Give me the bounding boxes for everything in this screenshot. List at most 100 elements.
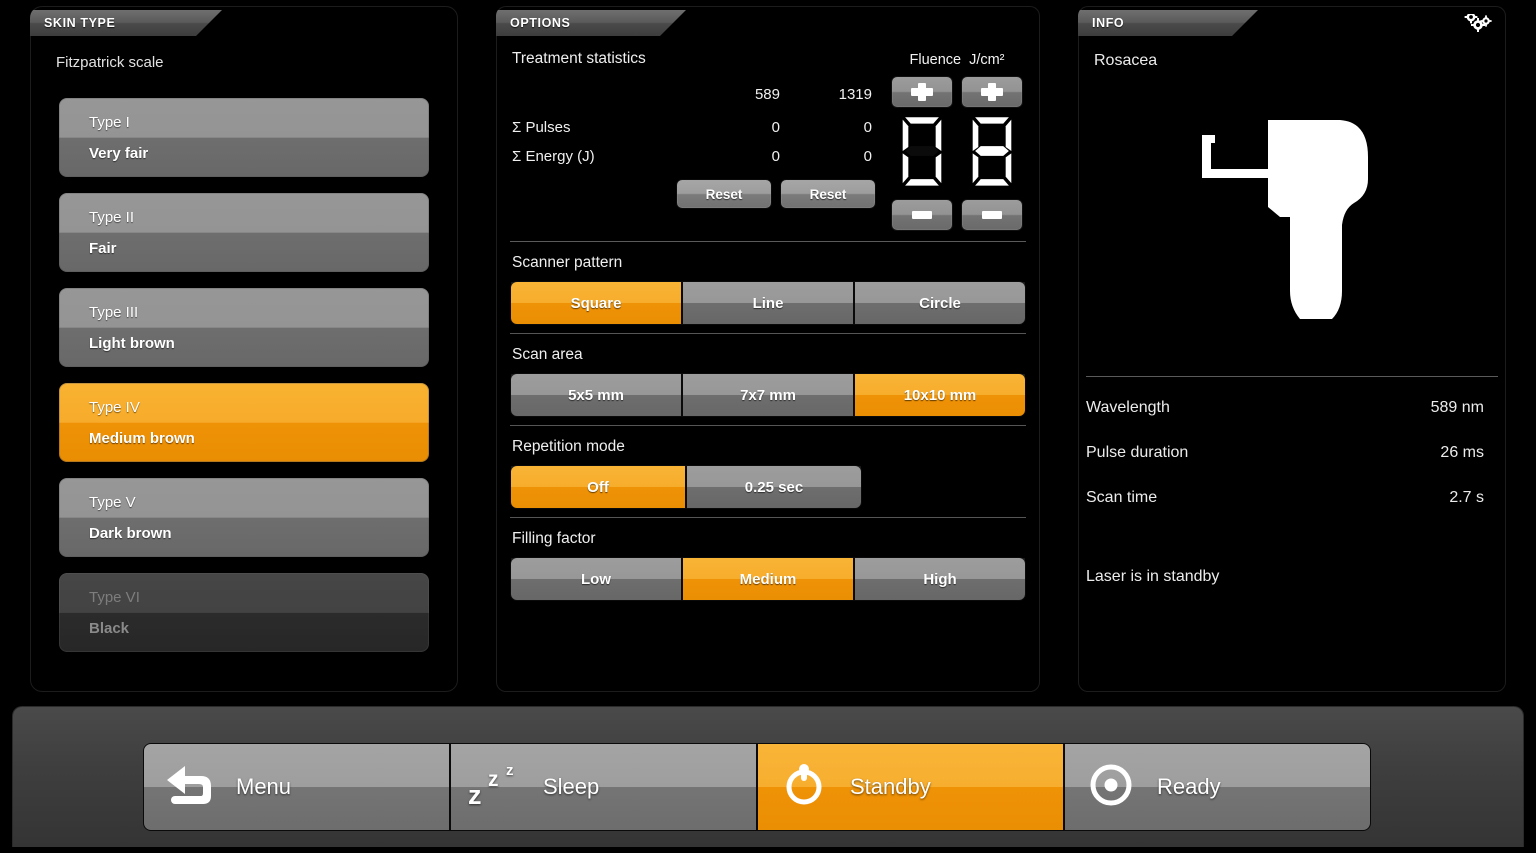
- filling-factor-label: Filling factor: [504, 518, 1032, 557]
- handpiece-illustration: [1078, 70, 1506, 370]
- statistics-table-wrap: Treatment statistics 589 1319 Σ Pulses 0: [504, 50, 882, 231]
- power-icon: [780, 761, 828, 814]
- fluence-label: Fluence: [909, 52, 961, 68]
- button-label: Square: [571, 295, 622, 312]
- info-header: INFO: [1078, 6, 1506, 36]
- nav-button-icon: [758, 761, 850, 814]
- skin-type-description: Medium brown: [59, 431, 429, 446]
- repetition-mode-option-0-25-sec[interactable]: 0.25 sec: [686, 465, 862, 509]
- skin-type-header: SKIN TYPE: [30, 6, 458, 36]
- statistics-value-1-0: 0: [698, 148, 790, 177]
- skin-type-description: Very fair: [59, 146, 429, 161]
- skin-type-panel: SKIN TYPE Fitzpatrick scale Type I Very f…: [30, 6, 458, 692]
- target-icon: [1087, 761, 1135, 814]
- nav-button-label: Ready: [1157, 774, 1221, 800]
- scan-area-label: Scan area: [504, 334, 1032, 373]
- gears-icon[interactable]: [1464, 14, 1492, 43]
- reset-button-1319[interactable]: Reset: [780, 179, 876, 209]
- button-label: 5x5 mm: [568, 387, 624, 404]
- statistics-header-row: 589 1319: [512, 86, 882, 119]
- scanner-pattern-option-circle[interactable]: Circle: [854, 281, 1026, 325]
- table-row: Σ Energy (J) 0 0: [512, 148, 882, 177]
- statistics-row-label-0: Σ Pulses: [512, 119, 698, 148]
- filling-factor-group: Low Medium High: [504, 557, 1032, 601]
- fluence-column-0: [891, 76, 953, 231]
- skin-type-name: Type III: [59, 305, 429, 320]
- info-row-value: 589 nm: [1431, 399, 1484, 417]
- info-header-label: INFO: [1092, 16, 1124, 30]
- skin-type-description: Dark brown: [59, 526, 429, 541]
- fluence-title: Fluence J/cm²: [882, 52, 1032, 68]
- reset-button-589[interactable]: Reset: [676, 179, 772, 209]
- skin-type-item-type-vi: Type VI Black: [58, 572, 430, 653]
- treatment-statistics-title: Treatment statistics: [512, 50, 882, 68]
- reset-buttons-row: Reset Reset: [512, 179, 882, 209]
- fluence-grid: [882, 76, 1032, 231]
- skin-type-item-type-iv[interactable]: Type IV Medium brown: [58, 382, 430, 463]
- statistics-value-0-0: 0: [698, 119, 790, 148]
- fluence-display-1: [961, 114, 1023, 193]
- fluence-decrease-button-0[interactable]: [891, 199, 953, 231]
- repetition-mode-group: Off 0.25 sec: [504, 465, 1032, 509]
- table-row: Σ Pulses 0 0: [512, 119, 882, 148]
- button-label: Medium: [740, 571, 797, 588]
- fluence-increase-button-0[interactable]: [891, 76, 953, 108]
- info-row-value: 26 ms: [1440, 444, 1484, 462]
- nav-button-label: Menu: [236, 774, 291, 800]
- zzz-icon: zzz: [468, 764, 526, 810]
- fluence-unit: J/cm²: [969, 52, 1004, 68]
- filling-factor-option-low[interactable]: Low: [510, 557, 682, 601]
- statistics-value-1-1: 0: [790, 148, 882, 177]
- filling-factor-option-high[interactable]: High: [854, 557, 1026, 601]
- skin-type-name: Type VI: [59, 590, 429, 605]
- skin-type-header-label: SKIN TYPE: [44, 16, 115, 30]
- info-row: Scan time2.7 s: [1086, 489, 1484, 507]
- options-body: Treatment statistics 589 1319 Σ Pulses 0: [496, 36, 1040, 601]
- nav-button-sleep[interactable]: zzz Sleep: [450, 743, 757, 831]
- skin-type-list: Type I Very fair Type IIFair Type III Light …: [30, 97, 458, 653]
- info-row: Wavelength589 nm: [1086, 399, 1484, 417]
- options-panel: OPTIONS Treatment statistics 589 1319: [496, 6, 1040, 692]
- button-label: Low: [581, 571, 611, 588]
- options-header-label: OPTIONS: [510, 16, 570, 30]
- skin-type-name: Type II: [59, 210, 429, 225]
- scan-area-option-5x5-mm[interactable]: 5x5 mm: [510, 373, 682, 417]
- info-rows: Wavelength589 nm Pulse duration 26 ms Scan …: [1078, 377, 1506, 507]
- button-label: Off: [587, 479, 609, 496]
- bottom-navigation-bar: Menu zzz Sleep Standby Ready: [12, 706, 1524, 847]
- scanner-pattern-label: Scanner pattern: [504, 242, 1032, 281]
- filling-factor-option-medium[interactable]: Medium: [682, 557, 854, 601]
- skin-type-item-type-iii[interactable]: Type III Light brown: [58, 287, 430, 368]
- skin-type-name: Type I: [59, 115, 429, 130]
- scanner-pattern-option-square[interactable]: Square: [510, 281, 682, 325]
- fluence-decrease-button-1[interactable]: [961, 199, 1023, 231]
- nav-button-standby[interactable]: Standby: [757, 743, 1064, 831]
- nav-button-label: Sleep: [543, 774, 599, 800]
- scan-area-group: 5x5 mm 7x7 mm10x10 mm: [504, 373, 1032, 417]
- scan-area-option-7x7-mm[interactable]: 7x7 mm: [682, 373, 854, 417]
- skin-type-item-type-ii[interactable]: Type IIFair: [58, 192, 430, 273]
- nav-button-icon: [1065, 761, 1157, 814]
- scan-area-option-10x10-mm[interactable]: 10x10 mm: [854, 373, 1026, 417]
- treatment-name: Rosacea: [1078, 36, 1506, 70]
- fluence-increase-button-1[interactable]: [961, 76, 1023, 108]
- fluence-column-1: [961, 76, 1023, 231]
- button-label: Circle: [919, 295, 961, 312]
- statistics-row-label-1: Σ Energy (J): [512, 148, 698, 177]
- info-row-label: Pulse duration: [1086, 444, 1188, 462]
- scanner-pattern-group: Square Line Circle: [504, 281, 1032, 325]
- fitzpatrick-scale-label: Fitzpatrick scale: [30, 36, 458, 71]
- skin-type-name: Type IV: [59, 400, 429, 415]
- skin-type-item-type-v[interactable]: Type VDark brown: [58, 477, 430, 558]
- info-row-label: Scan time: [1086, 489, 1157, 507]
- scanner-pattern-option-line[interactable]: Line: [682, 281, 854, 325]
- info-header-tab: INFO: [1078, 10, 1258, 36]
- nav-button-menu[interactable]: Menu: [143, 743, 450, 831]
- skin-type-item-type-i[interactable]: Type I Very fair: [58, 97, 430, 178]
- repetition-mode-option-off[interactable]: Off: [510, 465, 686, 509]
- skin-type-description: Black: [59, 621, 429, 636]
- nav-button-ready[interactable]: Ready: [1064, 743, 1371, 831]
- laser-status-text: Laser is in standby: [1078, 534, 1506, 586]
- info-panel: INFO: [1078, 6, 1506, 692]
- skin-type-description: Light brown: [59, 336, 429, 351]
